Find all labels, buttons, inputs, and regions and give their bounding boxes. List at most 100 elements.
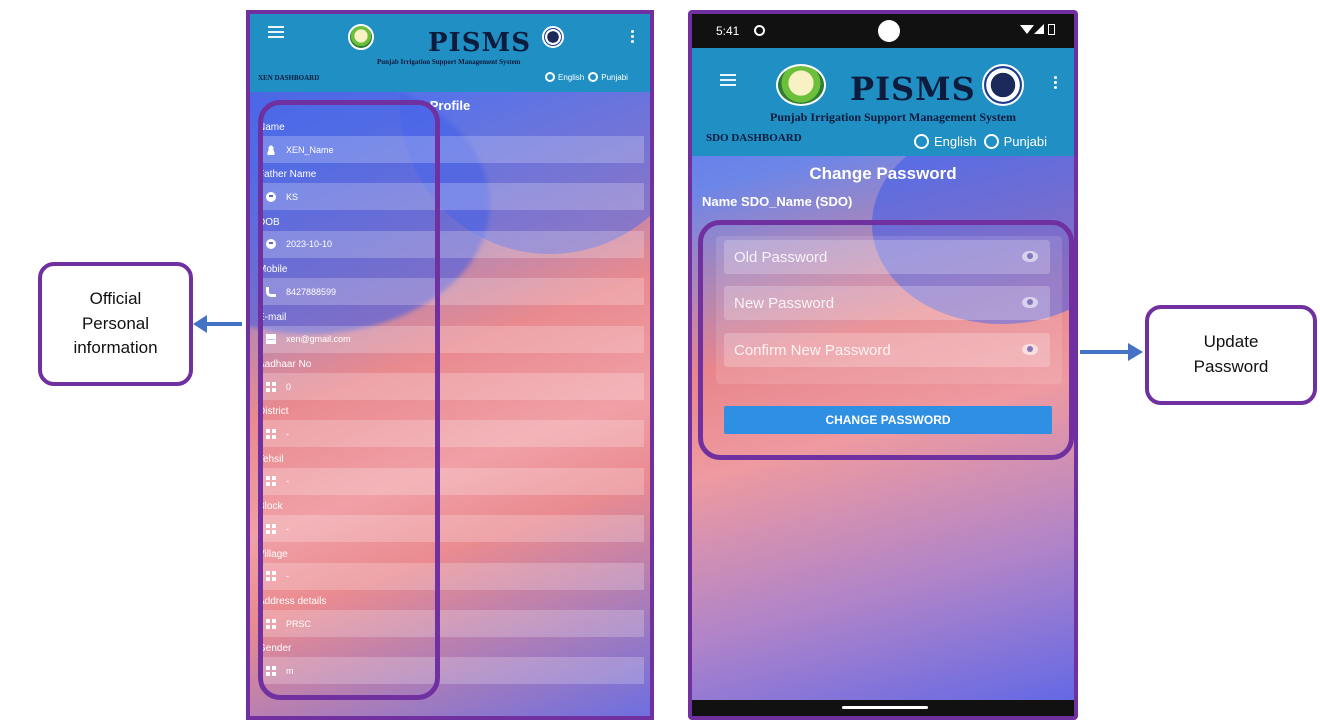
callout-personal-information-text: Official Personal information	[73, 289, 158, 358]
language-selector[interactable]: English Punjabi	[914, 134, 1047, 149]
punjabi-label: Punjabi	[601, 72, 628, 82]
field-value: m	[286, 665, 294, 676]
department-logo	[542, 26, 564, 48]
arrow-right	[1080, 350, 1130, 354]
old-password-placeholder: Old Password	[734, 248, 828, 266]
more-options-icon[interactable]	[631, 30, 635, 45]
grid-icon	[266, 381, 276, 392]
field-value: 2023-10-10	[286, 239, 333, 250]
field-value: PRSC	[286, 618, 312, 629]
show-password-icon[interactable]	[1022, 297, 1038, 308]
signal-battery-icons	[1014, 24, 1058, 36]
show-password-icon[interactable]	[1022, 251, 1038, 262]
app-title: PISMS	[428, 28, 532, 58]
face-icon	[266, 191, 276, 202]
app-header: PISMS Punjab Irrigation Support Manageme…	[692, 48, 1074, 156]
change-password-screen: 5:41 PISMS Punjab Irrigation Support Man…	[688, 10, 1078, 720]
field-label: Block	[258, 501, 283, 513]
arrow-left-head	[193, 315, 207, 333]
dashboard-label: XEN DASHBOARD	[258, 74, 320, 82]
camera-cutout	[878, 20, 900, 42]
field-label: E-mail	[258, 311, 287, 323]
field-label: Name	[258, 122, 285, 133]
field-value: xen@gmail.com	[286, 334, 351, 345]
confirm-password-field[interactable]: Confirm New Password	[724, 333, 1050, 367]
callout-personal-information: Official Personal information	[38, 262, 193, 386]
field-value: -	[286, 571, 289, 582]
face-icon	[266, 239, 276, 250]
battery-icon	[1048, 24, 1055, 35]
field-value: KS	[286, 191, 299, 202]
alarm-icon	[754, 25, 765, 36]
field-label: Address details	[258, 596, 327, 607]
arrow-left	[206, 322, 242, 326]
grid-icon	[266, 476, 276, 487]
english-radio[interactable]	[914, 134, 929, 149]
grid-icon	[266, 571, 276, 582]
callout-update-password: Update Password	[1145, 305, 1317, 405]
profile-field[interactable]: KS	[258, 183, 644, 211]
field-value: XEN_Name	[286, 144, 334, 155]
home-gesture-bar[interactable]	[842, 706, 928, 709]
field-label: DOB	[258, 216, 280, 228]
profile-field[interactable]: 8427888599	[258, 278, 644, 306]
new-password-placeholder: New Password	[734, 294, 835, 312]
more-options-icon[interactable]	[1054, 76, 1058, 91]
navigation-bar	[692, 700, 1074, 716]
change-password-button[interactable]: CHANGE PASSWORD	[724, 406, 1052, 434]
phone-icon	[266, 286, 276, 297]
field-label: Gender	[258, 643, 292, 655]
status-time: 5:41	[716, 24, 740, 38]
status-bar: 5:41	[692, 14, 1074, 48]
callout-update-password-text: Update Password	[1193, 332, 1269, 376]
grid-icon	[266, 428, 276, 439]
profile-field[interactable]: m	[258, 657, 644, 685]
grid-icon	[266, 665, 276, 676]
app-title: PISMS	[850, 70, 976, 108]
signal-icon	[1034, 24, 1044, 34]
department-logo	[982, 64, 1024, 106]
field-label: Village	[258, 548, 288, 560]
confirm-password-placeholder: Confirm New Password	[734, 341, 891, 359]
app-subtitle: Punjab Irrigation Support Management Sys…	[377, 58, 521, 66]
mail-icon	[266, 334, 276, 345]
punjabi-label: Punjabi	[1003, 134, 1048, 149]
english-label: English	[558, 72, 585, 82]
english-label: English	[934, 134, 977, 149]
english-radio[interactable]	[545, 72, 555, 82]
user-name-line: Name SDO_Name (SDO)	[702, 194, 853, 209]
app-subtitle: Punjab Irrigation Support Management Sys…	[770, 110, 1017, 124]
field-value: -	[286, 523, 289, 534]
profile-field[interactable]: -	[258, 515, 644, 543]
field-value: 0	[286, 381, 292, 392]
field-value: 8427888599	[286, 286, 337, 297]
profile-field[interactable]: -	[258, 420, 644, 448]
wifi-icon	[1020, 25, 1034, 34]
profile-screen: PISMS Punjab Irrigation Support Manageme…	[246, 10, 654, 720]
show-password-icon[interactable]	[1022, 344, 1038, 355]
punjabi-radio[interactable]	[588, 72, 599, 82]
profile-field[interactable]: XEN_Name	[258, 136, 644, 163]
field-label: District	[258, 406, 289, 418]
profile-field[interactable]: PRSC	[258, 610, 644, 637]
menu-icon[interactable]	[268, 26, 284, 38]
language-selector[interactable]: English Punjabi	[545, 72, 628, 82]
page-title: Profile	[429, 98, 471, 113]
field-label: Aadhaar No	[258, 359, 312, 370]
field-value: -	[286, 476, 289, 487]
profile-field[interactable]: 2023-10-10	[258, 230, 644, 258]
profile-field[interactable]: xen@gmail.com	[258, 325, 644, 353]
profile-field[interactable]: 0	[258, 373, 644, 400]
field-value: -	[286, 428, 289, 439]
profile-field[interactable]: -	[258, 562, 644, 590]
pisms-logo	[348, 24, 374, 50]
menu-icon[interactable]	[720, 74, 736, 86]
profile-field[interactable]: -	[258, 467, 644, 495]
old-password-field[interactable]: Old Password	[724, 240, 1050, 274]
new-password-field[interactable]: New Password	[724, 286, 1050, 320]
pisms-logo	[776, 64, 826, 106]
grid-icon	[266, 618, 276, 629]
page-title: Change Password	[809, 164, 957, 183]
punjabi-radio[interactable]	[983, 134, 999, 149]
person-icon	[266, 144, 276, 155]
